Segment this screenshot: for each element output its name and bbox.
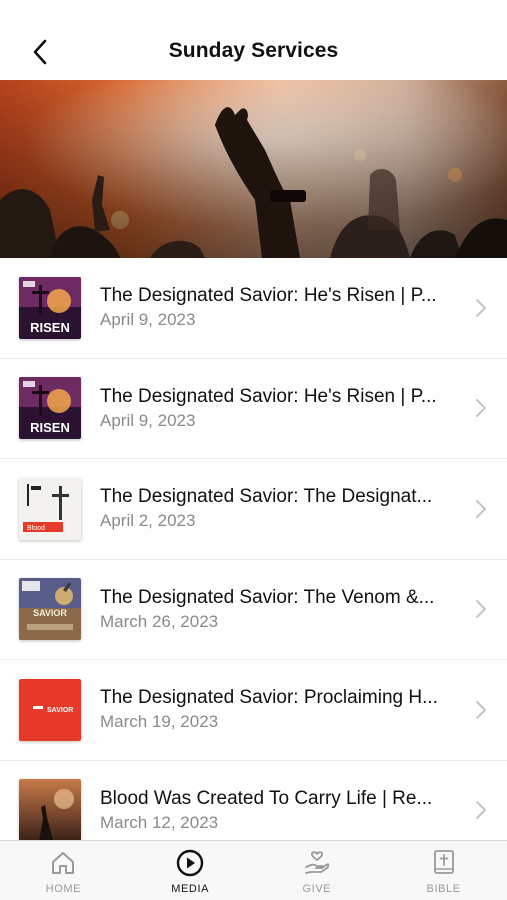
tab-bible[interactable]: BIBLE (380, 841, 507, 900)
sermon-thumbnail: RISEN (19, 276, 81, 339)
sermon-title: The Designated Savior: He's Risen | P... (100, 285, 437, 307)
tab-give-label: GIVE (302, 883, 332, 895)
chevron-right-icon (476, 399, 486, 418)
sermon-thumbnail: SAVIOR (19, 678, 81, 741)
chevron-right-icon (476, 801, 486, 820)
svg-text:RISEN: RISEN (30, 320, 70, 335)
chevron-right-icon (476, 499, 486, 518)
svg-text:Blood: Blood (27, 525, 45, 532)
sermon-thumbnail: SAVIOR (19, 578, 81, 641)
sermon-title: The Designated Savior: Proclaiming H... (100, 687, 438, 709)
tab-home[interactable]: HOME (0, 841, 127, 900)
chevron-right-icon (476, 600, 486, 619)
page-title: Sunday Services (168, 39, 339, 62)
sermon-title: The Designated Savior: The Designat... (100, 486, 433, 508)
home-icon (52, 852, 75, 874)
sermon-date: March 26, 2023 (100, 611, 219, 631)
svg-text:SAVIOR: SAVIOR (47, 707, 73, 714)
worship-hero-image (0, 80, 507, 258)
chevron-left-icon (33, 39, 47, 65)
list-item[interactable]: SAVIOR The Designated Savior: The Venom … (0, 560, 507, 660)
tab-media[interactable]: MEDIA (127, 841, 254, 900)
hero-banner (0, 80, 507, 258)
svg-text:RISEN: RISEN (30, 420, 70, 435)
back-button[interactable] (24, 36, 56, 68)
sermon-date: April 2, 2023 (100, 511, 196, 531)
sermon-date: April 9, 2023 (100, 310, 196, 330)
tab-bar: HOME MEDIA GIVE BIBLE (0, 840, 507, 900)
chevron-right-icon (476, 298, 486, 317)
list-item[interactable]: Blood Was Created To Carry Life | Re... … (0, 761, 507, 840)
list-item[interactable]: RISEN The Designated Savior: He's Risen … (0, 359, 507, 459)
sermon-thumbnail: Blood (19, 477, 81, 540)
list-item[interactable]: Blood The Designated Savior: The Designa… (0, 459, 507, 560)
sermon-title: Blood Was Created To Carry Life | Re... (100, 787, 433, 809)
chevron-right-icon (476, 700, 486, 719)
play-circle-icon (176, 849, 204, 877)
tab-give[interactable]: GIVE (254, 841, 381, 900)
list-item[interactable]: SAVIOR The Designated Savior: Proclaimin… (0, 660, 507, 761)
status-bar (0, 0, 507, 22)
give-hand-icon (304, 851, 330, 874)
list-item[interactable]: RISEN The Designated Savior: He's Risen … (0, 258, 507, 359)
tab-home-label: HOME (45, 883, 82, 895)
tab-media-label: MEDIA (171, 883, 210, 895)
sermon-date: March 12, 2023 (100, 812, 219, 832)
sermon-title: The Designated Savior: The Venom &... (100, 586, 435, 608)
header: Sunday Services (0, 22, 507, 80)
sermon-thumbnail (19, 779, 81, 840)
sermon-date: April 9, 2023 (100, 410, 196, 430)
svg-text:SAVIOR: SAVIOR (33, 608, 67, 618)
sermon-list: RISEN The Designated Savior: He's Risen … (0, 258, 507, 840)
bible-icon (433, 850, 454, 874)
sermon-date: March 19, 2023 (100, 712, 219, 732)
tab-bible-label: BIBLE (426, 883, 461, 895)
sermon-title: The Designated Savior: He's Risen | P... (100, 385, 437, 407)
sermon-thumbnail: RISEN (19, 377, 81, 440)
